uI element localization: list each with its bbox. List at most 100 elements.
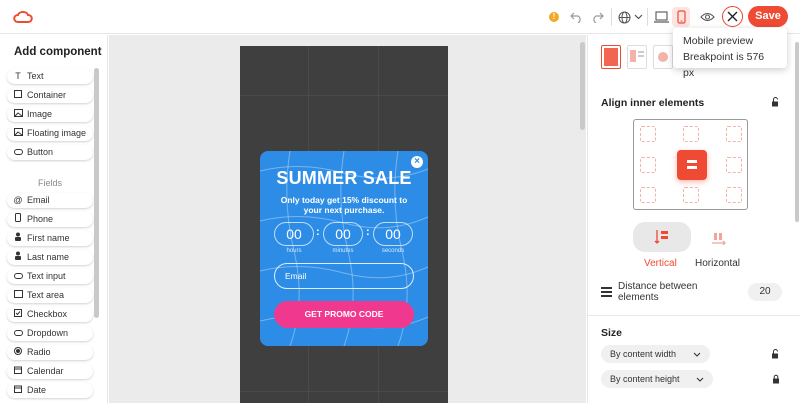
toolbar-divider <box>611 8 612 26</box>
popup-container[interactable]: × SUMMER SALE Only today get 15% discoun… <box>260 151 428 346</box>
component-text[interactable]: T Text <box>7 69 93 84</box>
horizontal-label: Horizontal <box>695 258 741 269</box>
globe-icon[interactable] <box>617 8 631 26</box>
field-last-name[interactable]: Last name <box>7 250 93 265</box>
popup-email-field[interactable]: Email <box>274 263 414 289</box>
align-top-left[interactable] <box>640 126 656 142</box>
align-center-selected[interactable] <box>677 150 707 180</box>
popup-close-icon[interactable]: × <box>411 156 423 168</box>
align-bottom-left[interactable] <box>640 187 656 203</box>
layout-thumb-3[interactable] <box>653 45 673 69</box>
mobile-preview-button[interactable] <box>672 7 690 27</box>
field-dropdown[interactable]: Dropdown <box>7 326 93 341</box>
align-bottom-right[interactable] <box>726 187 742 203</box>
mobile-preview-frame: × SUMMER SALE Only today get 15% discoun… <box>240 46 448 403</box>
component-panel: Add component T Text Container Image Floa… <box>0 35 108 403</box>
horizontal-stack-icon <box>712 233 726 245</box>
layout-thumb-2[interactable] <box>627 45 647 69</box>
user-icon <box>13 250 23 265</box>
vertical-label: Vertical <box>644 258 677 269</box>
text-area-icon <box>13 288 23 303</box>
checkbox-icon <box>13 307 23 322</box>
align-center-icon <box>687 160 697 169</box>
eye-icon[interactable] <box>699 8 715 26</box>
align-top-right[interactable] <box>726 126 742 142</box>
align-middle-right[interactable] <box>726 157 742 173</box>
countdown-minutes[interactable]: 00 <box>323 222 363 246</box>
popup-title[interactable]: SUMMER SALE <box>260 168 428 189</box>
field-text-input[interactable]: Text input <box>7 269 93 284</box>
mobile-preview-tooltip: Mobile preview Breakpoint is 576 px <box>673 28 787 79</box>
undo-icon[interactable] <box>569 8 583 26</box>
field-calendar[interactable]: Calendar <box>7 364 93 379</box>
chevron-down-icon[interactable] <box>633 8 643 26</box>
floating-image-icon <box>13 126 23 141</box>
align-bottom-center[interactable] <box>683 187 699 203</box>
mobile-icon <box>676 10 686 24</box>
vertical-direction-button[interactable] <box>633 222 691 252</box>
image-icon <box>13 107 23 122</box>
canvas-scrollbar[interactable] <box>580 42 585 130</box>
grid-line <box>240 391 448 392</box>
field-radio[interactable]: Radio <box>7 345 93 360</box>
countdown-hours[interactable]: 00 <box>274 222 314 246</box>
left-panel-scrollbar[interactable] <box>94 68 99 318</box>
field-text-area[interactable]: Text area <box>7 288 93 303</box>
component-container[interactable]: Container <box>7 88 93 103</box>
align-middle-left[interactable] <box>640 157 656 173</box>
unlock-icon[interactable] <box>771 349 781 359</box>
phone-icon <box>13 212 23 227</box>
radio-icon <box>13 345 23 360</box>
field-email[interactable]: @ Email <box>7 193 93 208</box>
panel-title: Add component <box>14 46 102 58</box>
popup-subtitle[interactable]: Only today get 15% discount to your next… <box>274 195 414 215</box>
field-date[interactable]: Date <box>7 383 93 398</box>
dropdown-icon <box>13 326 23 341</box>
save-button[interactable]: Save <box>748 6 788 27</box>
height-dropdown[interactable]: By content height <box>601 370 713 388</box>
at-icon: @ <box>13 195 23 205</box>
right-panel-scrollbar[interactable] <box>795 42 799 222</box>
get-promo-code-button[interactable]: GET PROMO CODE <box>274 301 414 328</box>
desktop-icon[interactable] <box>653 8 669 26</box>
lock-icon[interactable] <box>771 374 781 384</box>
countdown-seconds[interactable]: 00 <box>373 222 413 246</box>
grid-line <box>240 95 448 96</box>
width-dropdown[interactable]: By content width <box>601 345 710 363</box>
close-button[interactable] <box>722 6 743 27</box>
component-floating-image[interactable]: Floating image <box>7 126 93 141</box>
redo-icon[interactable] <box>590 8 604 26</box>
chevron-down-icon <box>696 370 704 388</box>
chevron-down-icon <box>693 345 701 363</box>
align-top-center[interactable] <box>683 126 699 142</box>
component-image[interactable]: Image <box>7 107 93 122</box>
layout-thumb-1[interactable] <box>601 45 621 69</box>
horizontal-direction-button[interactable] <box>690 222 748 252</box>
unlock-icon[interactable] <box>771 97 781 107</box>
component-button[interactable]: Button <box>7 145 93 160</box>
tooltip-breakpoint: Breakpoint is 576 px <box>683 51 765 79</box>
countdown-separator: : <box>316 226 320 238</box>
text-icon: T <box>15 71 21 81</box>
align-section-title: Align inner elements <box>601 97 705 109</box>
properties-panel: Align inner elements Vertical Horizontal… <box>587 35 800 403</box>
close-icon <box>727 11 738 22</box>
logo-icon[interactable] <box>12 9 34 25</box>
countdown-minutes-label: minutes <box>332 248 354 254</box>
toolbar-divider <box>647 8 648 26</box>
warning-icon[interactable]: ! <box>549 12 559 22</box>
spacing-icon <box>601 287 612 297</box>
date-icon <box>13 383 23 398</box>
field-first-name[interactable]: First name <box>7 231 93 246</box>
field-checkbox[interactable]: Checkbox <box>7 307 93 322</box>
field-phone[interactable]: Phone <box>7 212 93 227</box>
vertical-stack-icon <box>654 230 668 244</box>
distance-input[interactable]: 20 <box>748 283 782 301</box>
editor-canvas: × SUMMER SALE Only today get 15% discoun… <box>109 35 586 403</box>
alignment-grid[interactable] <box>633 119 748 210</box>
distance-label: Distance between elements <box>618 281 698 303</box>
countdown-separator: : <box>366 226 370 238</box>
countdown-seconds-label: seconds <box>381 248 405 254</box>
section-divider <box>588 315 800 316</box>
size-section-title: Size <box>601 327 623 339</box>
